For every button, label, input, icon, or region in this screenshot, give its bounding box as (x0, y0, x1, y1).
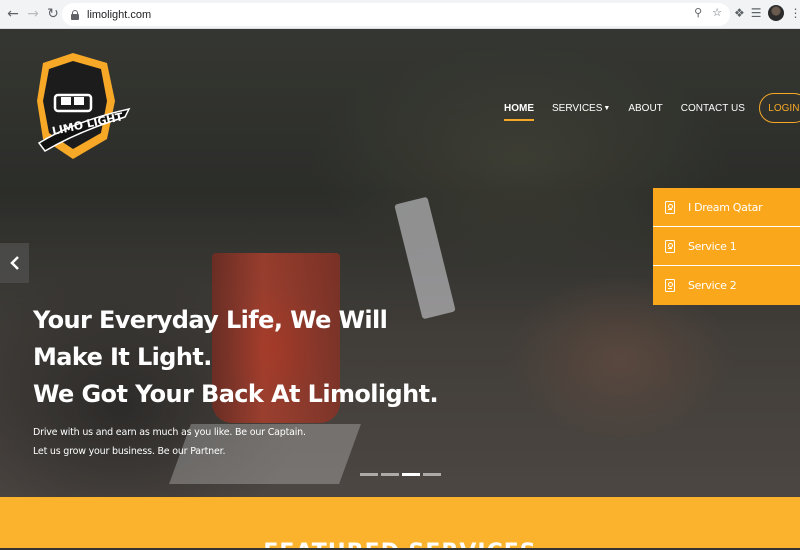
lock-icon[interactable] (71, 9, 79, 20)
address-bar[interactable]: limolight.com ⚲ ☆ (62, 3, 730, 26)
caret-down-icon: ▼ (603, 104, 611, 112)
star-icon[interactable]: ☆ (712, 6, 722, 19)
puzzle-icon[interactable]: ❖ (734, 6, 745, 20)
main-nav: HOME SERVICES▼ ABOUT CONTACT US LOGIN (504, 93, 800, 123)
side-item-service-2[interactable]: Service 2 (653, 266, 800, 305)
avatar[interactable] (767, 5, 784, 21)
hero-headline-line: Make It Light. (33, 343, 212, 371)
hero-subline: Drive with us and earn as much as you li… (33, 423, 306, 461)
logo-car-window (61, 97, 71, 105)
slider-indicator[interactable] (423, 473, 441, 476)
nav-services[interactable]: SERVICES▼ (552, 103, 610, 114)
slider-indicator-active[interactable] (402, 473, 420, 476)
hero-headline-line: Your Everyday Life, We Will (33, 306, 388, 334)
nav-contact-us[interactable]: CONTACT US (681, 103, 745, 114)
reload-icon[interactable]: ↻ (43, 4, 63, 24)
browser-toolbar: ← → ↻ limolight.com ⚲ ☆ ❖ ☰ ⋮ (0, 0, 800, 29)
hero-headline-line: We Got Your Back At Limolight. (33, 380, 439, 408)
hero-subline-line: Drive with us and earn as much as you li… (33, 427, 306, 438)
limo-light-logo[interactable]: LIMO LIGHT (35, 51, 135, 163)
key-icon[interactable]: ⚲ (694, 6, 702, 19)
playlist-icon[interactable]: ☰ (751, 6, 762, 20)
chevron-left-icon (9, 256, 19, 270)
hero-headline: Your Everyday Life, We Will Make It Ligh… (33, 302, 439, 413)
id-card-icon (665, 279, 675, 292)
side-item-label: Service 1 (688, 239, 737, 253)
hero-background-card (394, 196, 456, 320)
menu-kebab-icon[interactable]: ⋮ (790, 6, 800, 20)
url-text[interactable]: limolight.com (87, 9, 151, 21)
hero-slider: LIMO LIGHT HOME SERVICES▼ ABOUT CONTACT … (0, 29, 800, 497)
back-icon[interactable]: ← (3, 4, 23, 24)
side-item-service-1[interactable]: Service 1 (653, 227, 800, 266)
side-item-label: I Dream Qatar (688, 200, 763, 214)
nav-about[interactable]: ABOUT (628, 103, 662, 114)
login-button[interactable]: LOGIN (758, 93, 800, 123)
id-card-icon (665, 239, 675, 253)
slider-indicator[interactable] (360, 473, 378, 476)
nav-home[interactable]: HOME (504, 103, 534, 121)
slider-indicators (360, 473, 441, 476)
slider-prev-button[interactable] (0, 243, 29, 283)
hero-subline-line: Let us grow your business. Be our Partne… (33, 446, 226, 457)
side-item-i-dream-qatar[interactable]: I Dream Qatar (653, 188, 800, 227)
forward-icon[interactable]: → (23, 4, 43, 24)
logo-car-window (74, 97, 84, 105)
slider-indicator[interactable] (381, 473, 399, 476)
id-card-icon (665, 200, 675, 214)
featured-services-section: FEATURED SERVICES (0, 497, 800, 550)
nav-services-label: SERVICES (552, 102, 603, 114)
side-item-label: Service 2 (688, 279, 737, 292)
side-service-menu: I Dream Qatar Service 1 Service 2 (653, 188, 800, 305)
